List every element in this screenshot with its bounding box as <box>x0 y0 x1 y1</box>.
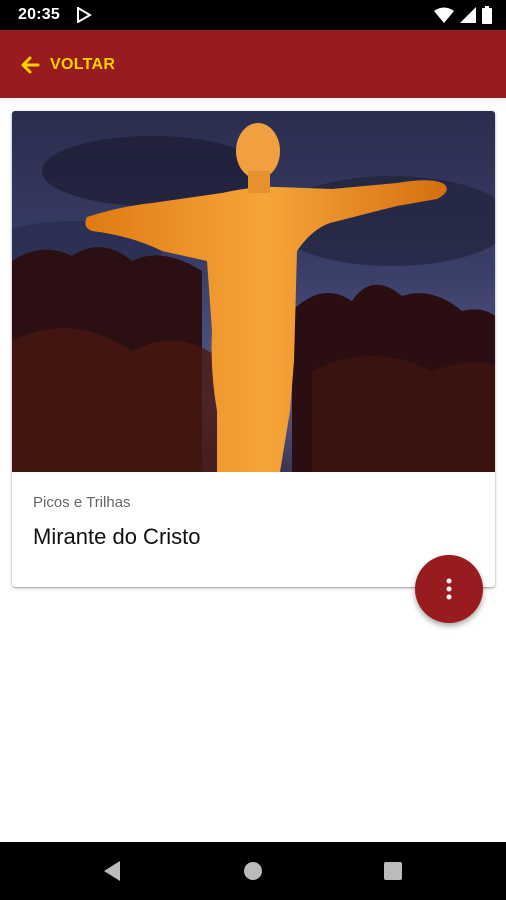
place-card[interactable]: Picos e Trilhas Mirante do Cristo <box>12 111 495 587</box>
place-photo <box>12 111 495 472</box>
status-icons <box>434 6 492 24</box>
wifi-icon <box>434 7 454 23</box>
status-time: 20:35 <box>18 6 60 23</box>
back-label: VOLTAR <box>50 56 116 73</box>
more-options-fab[interactable] <box>415 555 483 623</box>
status-bar: 20:35 <box>0 0 506 30</box>
arrow-left-icon <box>21 56 40 74</box>
back-button[interactable]: VOLTAR <box>18 50 115 80</box>
place-category: Picos e Trilhas <box>33 494 131 511</box>
play-store-icon <box>77 7 92 23</box>
app-bar-shadow <box>0 98 506 106</box>
system-nav-bar <box>0 842 506 900</box>
battery-icon <box>482 6 492 24</box>
back-triangle-icon[interactable] <box>100 859 124 883</box>
recents-square-icon[interactable] <box>381 859 405 883</box>
signal-icon <box>460 7 476 23</box>
more-vert-icon <box>446 578 452 600</box>
app-bar: VOLTAR <box>0 30 506 98</box>
home-circle-icon[interactable] <box>241 859 265 883</box>
place-title: Mirante do Cristo <box>33 524 201 549</box>
